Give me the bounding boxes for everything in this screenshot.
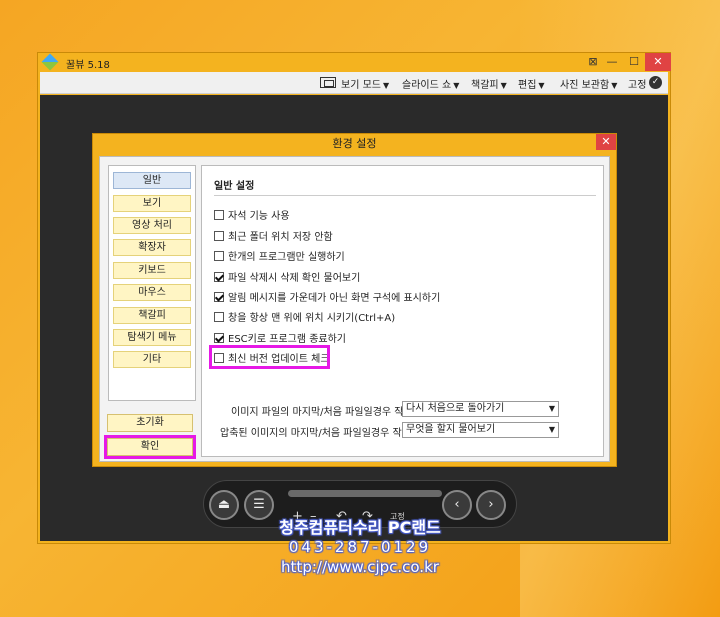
option-label: 창을 항상 맨 위에 위치 시키기(Ctrl+A) bbox=[228, 313, 396, 324]
option-always-on-top[interactable]: 창을 항상 맨 위에 위치 시키기(Ctrl+A) bbox=[214, 309, 396, 324]
sidebar-item-image-processing[interactable]: 영상 처리 bbox=[113, 217, 191, 234]
general-settings-panel: 일반 설정 자석 기능 사용 최근 폴더 위치 저장 안함 한개의 프로그램만 … bbox=[201, 165, 604, 457]
checkbox[interactable] bbox=[214, 210, 224, 220]
archive-action-label: 압축된 이미지의 마지막/처음 파일일경우 작동: bbox=[220, 428, 415, 439]
dropdown-arrow-icon: ▼ bbox=[538, 81, 545, 90]
select-value: 다시 처음으로 돌아가기 bbox=[406, 403, 505, 414]
sidebar-item-general[interactable]: 일반 bbox=[113, 172, 191, 189]
sidebar-item-keyboard[interactable]: 키보드 bbox=[113, 262, 191, 279]
chevron-down-icon: ▼ bbox=[548, 425, 555, 434]
option-label: 한개의 프로그램만 실행하기 bbox=[228, 252, 345, 263]
menu-pin[interactable]: 고정 bbox=[628, 76, 646, 91]
settings-dialog: 환경 설정 ✕ 일반 보기 영상 처리 확장자 키보드 마우스 책갈피 탐색기 … bbox=[92, 133, 617, 467]
option-notify-corner[interactable]: 알림 메시지를 가운데가 아닌 화면 구석에 표시하기 bbox=[214, 289, 441, 304]
option-magnet[interactable]: 자석 기능 사용 bbox=[214, 207, 290, 222]
option-single-instance[interactable]: 한개의 프로그램만 실행하기 bbox=[214, 248, 345, 263]
chevron-down-icon: ▼ bbox=[548, 404, 555, 413]
option-label: 최근 폴더 위치 저장 안함 bbox=[228, 232, 333, 243]
select-value: 무엇을 할지 물어보기 bbox=[406, 424, 496, 435]
app-logo-icon bbox=[41, 53, 59, 71]
pin-window-button[interactable]: ⊠ bbox=[585, 53, 601, 71]
option-label: 알림 메시지를 가운데가 아닌 화면 구석에 표시하기 bbox=[228, 293, 441, 304]
menu-photo-album-label: 사진 보관함 bbox=[560, 80, 610, 91]
sidebar-item-view[interactable]: 보기 bbox=[113, 195, 191, 212]
menu-slideshow-label: 슬라이드 쇼 bbox=[402, 80, 452, 91]
menu-bookmarks[interactable]: 책갈피 ▼ bbox=[471, 76, 507, 91]
menu-slideshow[interactable]: 슬라이드 쇼 ▼ bbox=[402, 76, 459, 91]
menu-bar: 보기 모드 ▼ 슬라이드 쇼 ▼ 책갈피 ▼ 편집 ▼ 사진 보관함 ▼ 고정 ✓ bbox=[40, 72, 668, 94]
title-bar: 꿀뷰 5.18 ⊠ — ☐ ✕ bbox=[38, 53, 671, 71]
watermark-shop-name: 청주컴퓨터수리 PC랜드 bbox=[279, 518, 441, 537]
checkbox-checked[interactable] bbox=[214, 333, 224, 343]
archive-action-select[interactable]: 무엇을 할지 물어보기 ▼ bbox=[402, 422, 559, 438]
section-divider bbox=[214, 195, 596, 196]
menu-bookmarks-label: 책갈피 bbox=[471, 80, 499, 91]
close-button[interactable]: ✕ bbox=[645, 53, 671, 71]
dropdown-arrow-icon: ▼ bbox=[453, 81, 460, 90]
checkbox[interactable] bbox=[214, 231, 224, 241]
dropdown-arrow-icon: ▼ bbox=[611, 81, 618, 90]
menu-photo-album[interactable]: 사진 보관함 ▼ bbox=[560, 76, 617, 91]
sidebar-item-bookmarks[interactable]: 책갈피 bbox=[113, 307, 191, 324]
progress-track[interactable] bbox=[288, 490, 442, 497]
option-confirm-delete[interactable]: 파일 삭제시 삭제 확인 물어보기 bbox=[214, 269, 361, 284]
last-image-action-select[interactable]: 다시 처음으로 돌아가기 ▼ bbox=[402, 401, 559, 417]
dialog-body: 일반 보기 영상 처리 확장자 키보드 마우스 책갈피 탐색기 메뉴 기타 초기… bbox=[99, 156, 610, 462]
ok-button-highlight bbox=[104, 435, 196, 459]
last-image-action-label: 이미지 파일의 마지막/처음 파일일경우 작동: bbox=[231, 407, 417, 418]
checkbox[interactable] bbox=[214, 312, 224, 322]
dialog-close-button[interactable]: ✕ bbox=[596, 134, 616, 150]
minimize-button[interactable]: — bbox=[601, 53, 623, 71]
sidebar-item-etc[interactable]: 기타 bbox=[113, 351, 191, 368]
update-check-highlight bbox=[209, 345, 330, 369]
watermark-url: http://www.cjpc.co.kr bbox=[281, 558, 439, 576]
checkbox[interactable] bbox=[214, 251, 224, 261]
sidebar-item-mouse[interactable]: 마우스 bbox=[113, 284, 191, 301]
dialog-title: 환경 설정 bbox=[332, 137, 377, 150]
check-circle-icon[interactable]: ✓ bbox=[649, 76, 662, 89]
option-no-recent-folder[interactable]: 최근 폴더 위치 저장 안함 bbox=[214, 228, 333, 243]
menu-view-mode[interactable]: 보기 모드 ▼ bbox=[341, 76, 389, 91]
dropdown-arrow-icon: ▼ bbox=[382, 81, 390, 90]
option-label: ESC키로 프로그램 종료하기 bbox=[228, 334, 347, 345]
menu-edit[interactable]: 편집 ▼ bbox=[518, 76, 545, 91]
reset-button[interactable]: 초기화 bbox=[107, 414, 193, 432]
app-title: 꿀뷰 5.18 bbox=[66, 60, 110, 71]
option-esc-exit[interactable]: ESC키로 프로그램 종료하기 bbox=[214, 330, 347, 345]
dropdown-arrow-icon: ▼ bbox=[500, 81, 507, 90]
checkbox-checked[interactable] bbox=[214, 292, 224, 302]
option-label: 자석 기능 사용 bbox=[228, 211, 290, 222]
option-label: 파일 삭제시 삭제 확인 물어보기 bbox=[228, 273, 361, 284]
watermark-phone: 043-287-0129 bbox=[288, 538, 432, 556]
sidebar-item-extensions[interactable]: 확장자 bbox=[113, 239, 191, 256]
section-title: 일반 설정 bbox=[214, 181, 255, 192]
sidebar-item-explorer-menu[interactable]: 탐색기 메뉴 bbox=[113, 329, 191, 346]
menu-view-mode-label: 보기 모드 bbox=[341, 80, 381, 91]
view-mode-icon[interactable] bbox=[320, 77, 336, 88]
menu-edit-label: 편집 bbox=[518, 80, 537, 91]
checkbox-checked[interactable] bbox=[214, 272, 224, 282]
settings-sidebar: 일반 보기 영상 처리 확장자 키보드 마우스 책갈피 탐색기 메뉴 기타 bbox=[108, 165, 196, 401]
maximize-button[interactable]: ☐ bbox=[623, 53, 645, 71]
